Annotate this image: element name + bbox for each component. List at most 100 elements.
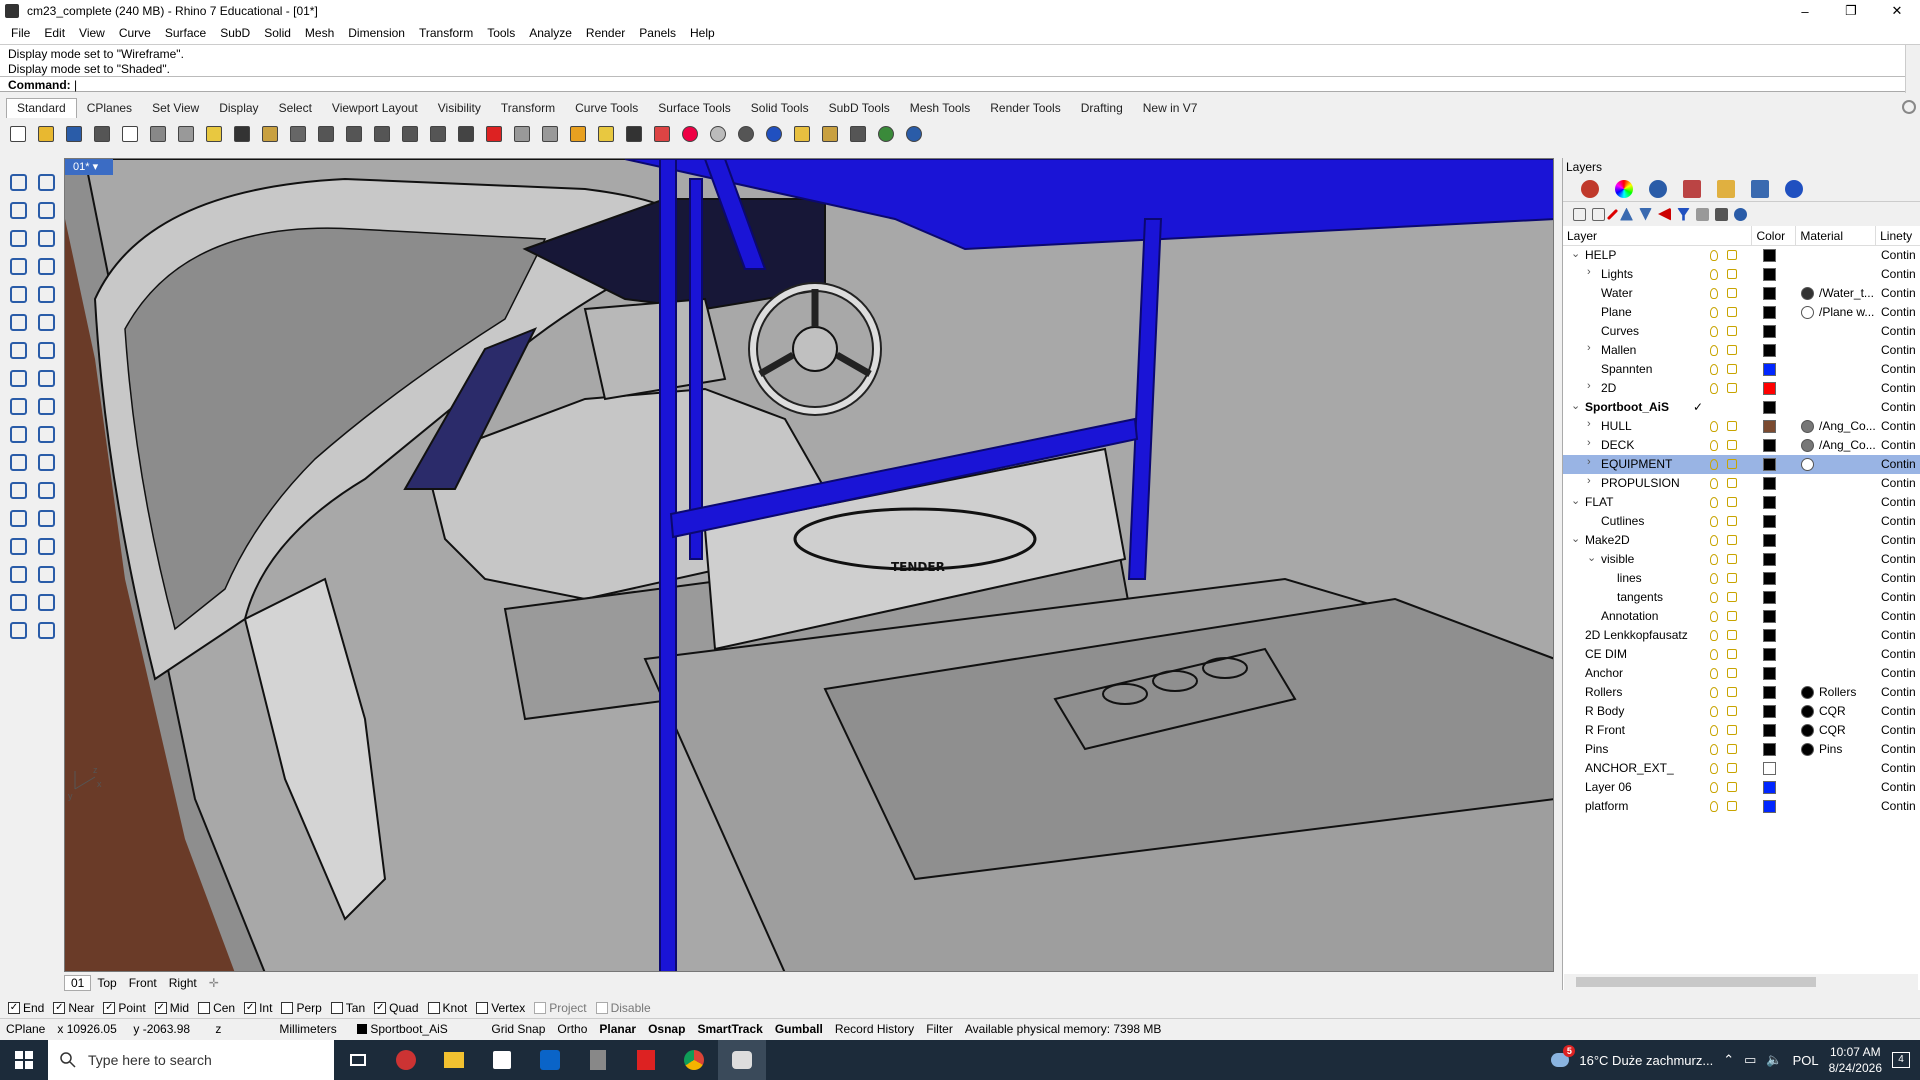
layer-row[interactable]: 2D Lenkkopfausatz Contin bbox=[1563, 626, 1920, 645]
osnap-tan[interactable]: Tan bbox=[330, 1001, 365, 1015]
layer-name[interactable]: Water bbox=[1601, 286, 1633, 300]
visibility-bulb-icon[interactable] bbox=[1710, 782, 1718, 793]
linetype-name[interactable]: Contin bbox=[1881, 457, 1916, 471]
menu-subd[interactable]: SubD bbox=[213, 26, 257, 40]
osnap-cen[interactable]: Cen bbox=[198, 1001, 235, 1015]
circle-icon[interactable] bbox=[538, 122, 562, 146]
layer-color-swatch[interactable] bbox=[1763, 477, 1776, 490]
task-view-icon[interactable] bbox=[334, 1040, 382, 1080]
layer-row[interactable]: ⌄ visible Contin bbox=[1563, 550, 1920, 569]
lock-icon[interactable] bbox=[1727, 554, 1737, 564]
tab-drafting[interactable]: Drafting bbox=[1071, 101, 1133, 115]
layer-color-swatch[interactable] bbox=[1763, 344, 1776, 357]
layer-name[interactable]: PROPULSION bbox=[1601, 476, 1680, 490]
visibility-bulb-icon[interactable] bbox=[1710, 535, 1718, 546]
add-viewport-tab-icon[interactable]: ✛ bbox=[203, 976, 225, 990]
file-explorer-icon[interactable] bbox=[430, 1040, 478, 1080]
lock-icon[interactable] bbox=[1727, 725, 1737, 735]
viewport-01[interactable]: 01* ▾ TENDER z y x bbox=[64, 158, 1554, 972]
lock-icon[interactable] bbox=[1727, 364, 1737, 374]
polyline-icon[interactable] bbox=[6, 198, 30, 222]
current-layer[interactable]: Sportboot_AiS bbox=[351, 1022, 485, 1036]
menu-file[interactable]: File bbox=[4, 26, 37, 40]
layer-row[interactable]: Plane/Plane w... Contin bbox=[1563, 303, 1920, 322]
viewport-title[interactable]: 01* ▾ bbox=[65, 159, 113, 175]
move-down-icon[interactable] bbox=[1639, 207, 1652, 221]
weather-text[interactable]: 16°C Duże zachmurz... bbox=[1579, 1053, 1713, 1068]
color-wheel-tab-icon[interactable] bbox=[1615, 179, 1633, 198]
visibility-bulb-icon[interactable] bbox=[1710, 326, 1718, 337]
new-layer-icon[interactable] bbox=[1573, 207, 1586, 221]
layer-name[interactable]: Layer 06 bbox=[1585, 780, 1632, 794]
layer-name[interactable]: Curves bbox=[1601, 324, 1639, 338]
menu-mesh[interactable]: Mesh bbox=[298, 26, 341, 40]
layer-name[interactable]: Pins bbox=[1585, 742, 1608, 756]
linetype-name[interactable]: Contin bbox=[1881, 533, 1916, 547]
circle-tool-icon[interactable] bbox=[6, 226, 30, 250]
new-sublayer-icon[interactable] bbox=[1592, 207, 1605, 221]
maximize-button[interactable]: ❐ bbox=[1828, 0, 1874, 22]
visibility-bulb-icon[interactable] bbox=[1710, 288, 1718, 299]
menu-tools[interactable]: Tools bbox=[480, 26, 522, 40]
layer-color-swatch[interactable] bbox=[1763, 534, 1776, 547]
cplane-label[interactable]: CPlane bbox=[0, 1022, 51, 1036]
expand-toggle-icon[interactable]: ⌄ bbox=[1571, 532, 1580, 545]
rotate-icon[interactable] bbox=[286, 122, 310, 146]
layer-row[interactable]: ⌄ Make2D Contin bbox=[1563, 531, 1920, 550]
linetype-name[interactable]: Contin bbox=[1881, 400, 1916, 414]
header-color[interactable]: Color bbox=[1752, 225, 1797, 246]
text-icon[interactable] bbox=[6, 450, 30, 474]
layer-name[interactable]: ANCHOR_EXT_ bbox=[1585, 761, 1674, 775]
lock-icon[interactable] bbox=[1727, 345, 1737, 355]
osnap-disable[interactable]: Disable bbox=[595, 1001, 651, 1015]
checkbox[interactable] bbox=[198, 1002, 211, 1014]
material-swatch-icon[interactable] bbox=[1801, 743, 1814, 756]
layer-color-swatch[interactable] bbox=[1763, 363, 1776, 376]
tab-solid-tools[interactable]: Solid Tools bbox=[741, 101, 819, 115]
linetype-name[interactable]: Contin bbox=[1881, 590, 1916, 604]
gear-settings-icon[interactable] bbox=[818, 122, 842, 146]
display-tab-icon[interactable] bbox=[1649, 179, 1667, 198]
fillet-icon[interactable] bbox=[6, 394, 30, 418]
layer-name[interactable]: R Body bbox=[1585, 704, 1624, 718]
network-icon[interactable]: ▭ bbox=[1744, 1052, 1756, 1068]
linetype-name[interactable]: Contin bbox=[1881, 609, 1916, 623]
layer-name[interactable]: Plane bbox=[1601, 305, 1632, 319]
layer-name[interactable]: Lights bbox=[1601, 267, 1633, 281]
layer-row[interactable]: › EQUIPMENT Contin bbox=[1563, 455, 1920, 474]
sweep-icon[interactable] bbox=[34, 310, 58, 334]
osnap-near[interactable]: ✓ Near bbox=[53, 1001, 94, 1015]
material-tool-icon[interactable] bbox=[34, 618, 58, 642]
acrobat-icon[interactable] bbox=[622, 1040, 670, 1080]
select-arrow-icon[interactable] bbox=[6, 170, 30, 194]
layer-row[interactable]: ANCHOR_EXT_ Contin bbox=[1563, 759, 1920, 778]
tab-select[interactable]: Select bbox=[269, 101, 322, 115]
point-icon[interactable] bbox=[34, 170, 58, 194]
lock-icon[interactable] bbox=[1727, 744, 1737, 754]
menu-transform[interactable]: Transform bbox=[412, 26, 480, 40]
folder-tab-icon[interactable] bbox=[1717, 179, 1735, 198]
osnap-knot[interactable]: Knot bbox=[427, 1001, 467, 1015]
checkbox[interactable]: ✓ bbox=[374, 1002, 387, 1014]
checkbox[interactable] bbox=[534, 1002, 547, 1014]
layer-color-swatch[interactable] bbox=[1763, 515, 1776, 528]
select-icon[interactable] bbox=[790, 122, 814, 146]
new-icon[interactable] bbox=[6, 122, 30, 146]
expand-toggle-icon[interactable]: ⌄ bbox=[1571, 494, 1580, 507]
visibility-bulb-icon[interactable] bbox=[1710, 763, 1718, 774]
layer-name[interactable]: HULL bbox=[1601, 419, 1632, 433]
expand-toggle-icon[interactable]: ⌄ bbox=[1571, 399, 1580, 412]
layer-color-swatch[interactable] bbox=[1763, 572, 1776, 585]
bulb-icon[interactable] bbox=[594, 122, 618, 146]
osnap-mid[interactable]: ✓ Mid bbox=[154, 1001, 189, 1015]
layer-name[interactable]: tangents bbox=[1617, 590, 1663, 604]
render-tool-icon[interactable] bbox=[6, 590, 30, 614]
layer-name[interactable]: Sportboot_AiS bbox=[1585, 400, 1669, 414]
layer-name[interactable]: platform bbox=[1585, 799, 1628, 813]
tab-transform[interactable]: Transform bbox=[491, 101, 565, 115]
layer-color-swatch[interactable] bbox=[1763, 610, 1776, 623]
volume-icon[interactable]: 🔈 bbox=[1766, 1052, 1782, 1068]
visibility-bulb-icon[interactable] bbox=[1710, 269, 1718, 280]
layer-name[interactable]: EQUIPMENT bbox=[1601, 457, 1672, 471]
expand-toggle-icon[interactable]: › bbox=[1587, 418, 1591, 430]
